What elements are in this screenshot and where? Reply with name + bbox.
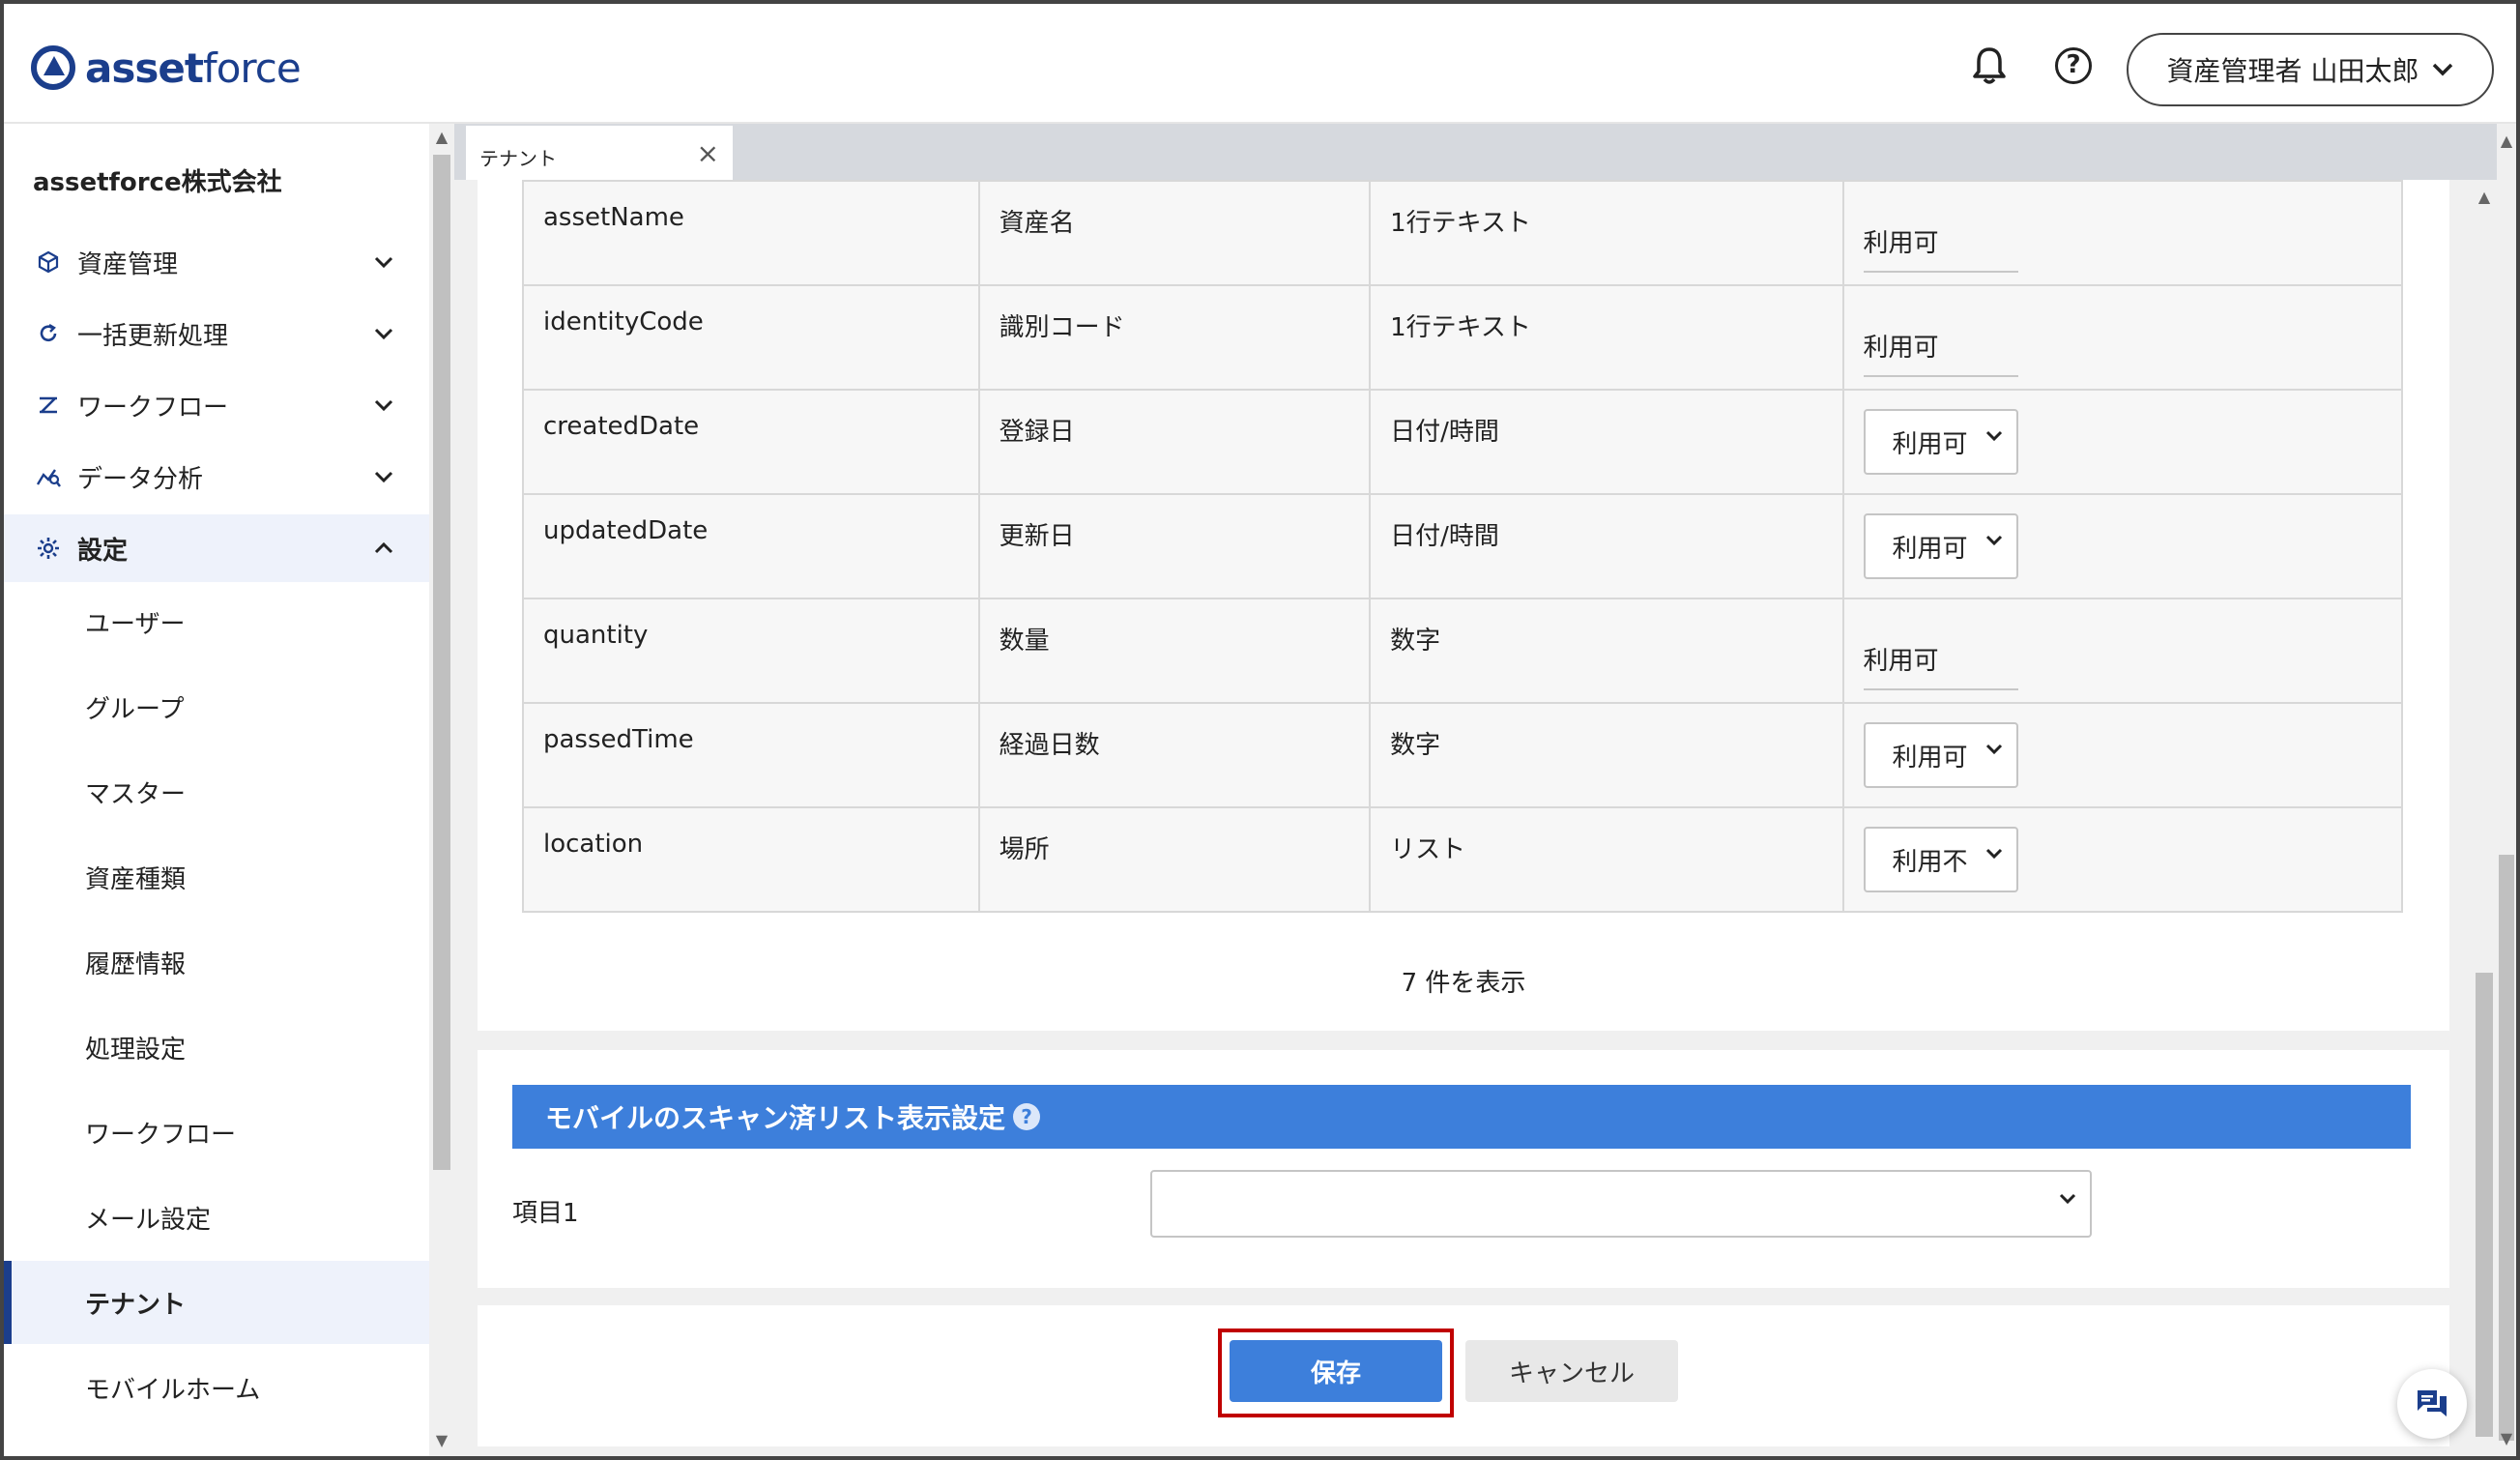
tab-label: テナント: [479, 147, 557, 170]
help-icon[interactable]: ?: [2050, 43, 2097, 89]
chevron-up-icon: [369, 534, 398, 563]
chevron-down-icon: [2433, 63, 2453, 76]
sidebar-item-mail-settings[interactable]: メール設定: [4, 1176, 429, 1259]
bell-icon[interactable]: [1966, 43, 2013, 89]
sidebar-item-process-settings[interactable]: 処理設定: [4, 1006, 429, 1089]
gear-icon: [35, 535, 62, 562]
chevron-down-icon: [2059, 1193, 2076, 1205]
status-select[interactable]: 利用可: [1863, 409, 2018, 475]
sidebar-scrollbar[interactable]: ▲ ▼: [429, 124, 454, 1456]
main-area: テナント × assetName 資産名 1行テキスト 利用可 identity…: [454, 124, 2516, 1456]
refresh-icon: [35, 320, 62, 347]
section-header: モバイルのスキャン済リスト表示設定 ?: [512, 1085, 2411, 1149]
scroll-down-icon[interactable]: ▼: [2497, 1429, 2516, 1454]
logo-text-light: force: [202, 44, 302, 92]
content-scroll-thumb[interactable]: [2476, 973, 2493, 1437]
table-row: passedTime 経過日数 数字 利用可: [522, 702, 2404, 808]
scroll-down-icon[interactable]: ▼: [429, 1431, 454, 1456]
content-area: assetName 資産名 1行テキスト 利用可 identityCode 識別…: [478, 180, 2449, 1456]
mobile-scan-list-card: モバイルのスキャン済リスト表示設定 ? 項目1: [478, 1050, 2449, 1288]
item1-label: 項目1: [512, 1199, 579, 1228]
sidebar-item-tenant[interactable]: テナント: [4, 1261, 429, 1344]
table-row: location 場所 リスト 利用不: [522, 806, 2404, 913]
nav-settings[interactable]: 設定: [4, 514, 429, 582]
user-menu-button[interactable]: 資産管理者 山田太郎: [2127, 33, 2494, 106]
status-select[interactable]: 利用可: [1863, 513, 2018, 579]
sidebar-scroll-thumb[interactable]: [433, 155, 450, 1170]
main-scroll-thumb[interactable]: [2499, 855, 2514, 1441]
close-icon[interactable]: ×: [697, 137, 719, 169]
status-select[interactable]: 利用可: [1863, 722, 2018, 788]
nav-workflow[interactable]: ワークフロー: [4, 371, 429, 439]
nav-bulk-update[interactable]: 一括更新処理: [4, 300, 429, 367]
save-button[interactable]: 保存: [1230, 1340, 1442, 1402]
logo-mark-icon: [31, 45, 75, 90]
table-row: updatedDate 更新日 日付/時間 利用可: [522, 493, 2404, 599]
table-row: identityCode 識別コード 1行テキスト 利用可: [522, 284, 2404, 391]
chevron-down-icon: [1985, 744, 2002, 755]
sidebar-item-asset-types[interactable]: 資産種類: [4, 835, 429, 919]
chevron-down-icon: [1985, 848, 2002, 860]
chevron-down-icon: [369, 319, 398, 348]
user-name: 資産管理者 山田太郎: [2166, 55, 2419, 87]
sidebar-item-history[interactable]: 履歴情報: [4, 920, 429, 1004]
chevron-down-icon: [1985, 535, 2002, 546]
chevron-down-icon: [369, 462, 398, 491]
status-value: 利用可: [1863, 318, 2018, 377]
cancel-button[interactable]: キャンセル: [1465, 1340, 1678, 1402]
fields-table: assetName 資産名 1行テキスト 利用可 identityCode 識別…: [522, 180, 2404, 913]
cube-icon: [35, 248, 62, 276]
chat-icon[interactable]: [2397, 1369, 2467, 1439]
content-scrollbar[interactable]: ▲: [2473, 180, 2496, 1456]
scroll-up-icon[interactable]: ▲: [2473, 188, 2496, 213]
sidebar-item-master[interactable]: マスター: [4, 750, 429, 833]
status-select[interactable]: 利用不: [1863, 827, 2018, 892]
section-title: モバイルのスキャン済リスト表示設定: [545, 1102, 1006, 1134]
status-value: 利用可: [1863, 214, 2018, 273]
sidebar-item-groups[interactable]: グループ: [4, 665, 429, 748]
nav-data-analysis[interactable]: データ分析: [4, 443, 429, 511]
help-icon[interactable]: ?: [1013, 1103, 1041, 1130]
table-row: quantity 数量 数字 利用可: [522, 598, 2404, 704]
scroll-up-icon[interactable]: ▲: [429, 128, 454, 153]
assetforce-logo[interactable]: assetforce: [31, 39, 302, 97]
scroll-up-icon[interactable]: ▲: [2497, 131, 2516, 157]
analytics-icon: [35, 463, 62, 490]
chevron-down-icon: [369, 391, 398, 420]
company-name: assetforce株式会社: [33, 168, 282, 197]
table-row: assetName 資産名 1行テキスト 利用可: [522, 180, 2404, 286]
sidebar: assetforce株式会社 資産管理 一括更新処理 ワークフロー データ分析 …: [4, 124, 429, 1456]
result-count: 7 件を表示: [1401, 969, 1526, 998]
tab-bar: テナント ×: [454, 124, 2497, 180]
tab-tenant[interactable]: テナント ×: [466, 126, 733, 180]
sidebar-item-users[interactable]: ユーザー: [4, 580, 429, 663]
logo-text-bold: asset: [85, 44, 204, 92]
table-row: createdDate 登録日 日付/時間 利用可: [522, 389, 2404, 495]
top-header: assetforce ? 資産管理者 山田太郎: [4, 4, 2516, 124]
action-card: 保存 キャンセル: [478, 1305, 2449, 1446]
chevron-down-icon: [1985, 430, 2002, 442]
chevron-down-icon: [369, 248, 398, 277]
main-scrollbar[interactable]: ▲ ▼: [2497, 124, 2516, 1456]
item1-select[interactable]: [1150, 1170, 2092, 1238]
status-value: 利用可: [1863, 631, 2018, 690]
sidebar-item-workflow[interactable]: ワークフロー: [4, 1091, 429, 1174]
sidebar-item-mobile-home[interactable]: モバイルホーム: [4, 1346, 429, 1429]
nav-asset-management[interactable]: 資産管理: [4, 228, 429, 296]
fields-card: assetName 資産名 1行テキスト 利用可 identityCode 識別…: [478, 180, 2449, 1031]
app-window: assetforce ? 資産管理者 山田太郎 assetforce株式会社 資…: [0, 0, 2520, 1460]
workflow-icon: [35, 392, 62, 419]
